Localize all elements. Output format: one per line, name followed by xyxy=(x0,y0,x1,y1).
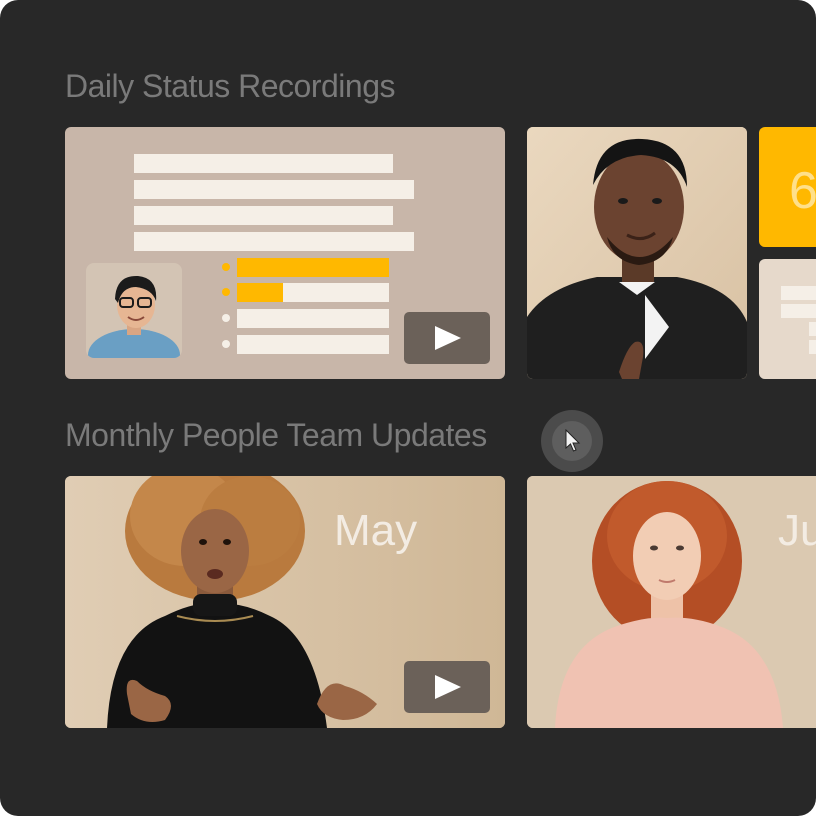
text-line-placeholder xyxy=(809,322,816,336)
text-line-placeholder xyxy=(781,286,816,300)
report-card-partial[interactable] xyxy=(759,259,816,379)
text-line-placeholder xyxy=(809,340,816,354)
progress-fill xyxy=(237,258,389,277)
stat-card-yellow[interactable]: 6 xyxy=(759,127,816,247)
play-button[interactable] xyxy=(404,312,490,364)
text-line-placeholder xyxy=(134,232,414,251)
text-line-placeholder xyxy=(134,206,393,225)
text-line-placeholder xyxy=(134,180,414,199)
progress-track xyxy=(237,309,389,328)
person-video-thumbnail xyxy=(527,476,816,728)
stat-value: 6 xyxy=(789,162,816,220)
bullet-dot xyxy=(222,340,230,348)
bullet-dot xyxy=(222,288,230,296)
progress-track xyxy=(237,258,389,277)
section-title-monthly: Monthly People Team Updates xyxy=(65,417,487,453)
video-card-daily-report[interactable] xyxy=(65,127,505,379)
bullet-dot xyxy=(222,314,230,322)
cursor-hover-indicator xyxy=(541,410,603,472)
play-icon xyxy=(435,675,461,699)
play-icon xyxy=(435,326,461,350)
cursor-icon xyxy=(565,429,581,452)
video-card-may[interactable]: May xyxy=(65,476,505,728)
progress-fill xyxy=(237,283,283,302)
progress-track xyxy=(237,283,389,302)
person-video-thumbnail xyxy=(527,127,747,379)
video-card-person[interactable] xyxy=(527,127,747,379)
text-line-placeholder xyxy=(781,304,816,318)
text-line-placeholder xyxy=(134,154,393,173)
month-label: May xyxy=(334,506,418,555)
section-title-daily: Daily Status Recordings xyxy=(65,68,395,104)
app-window: Daily Status Recordings 6 Monthly People… xyxy=(0,0,816,816)
video-card-june[interactable]: Ju xyxy=(527,476,816,728)
avatar xyxy=(86,263,182,358)
progress-track xyxy=(237,335,389,354)
month-label: Ju xyxy=(778,506,816,555)
play-button[interactable] xyxy=(404,661,490,713)
bullet-dot xyxy=(222,263,230,271)
person-avatar-illustration xyxy=(88,275,180,358)
